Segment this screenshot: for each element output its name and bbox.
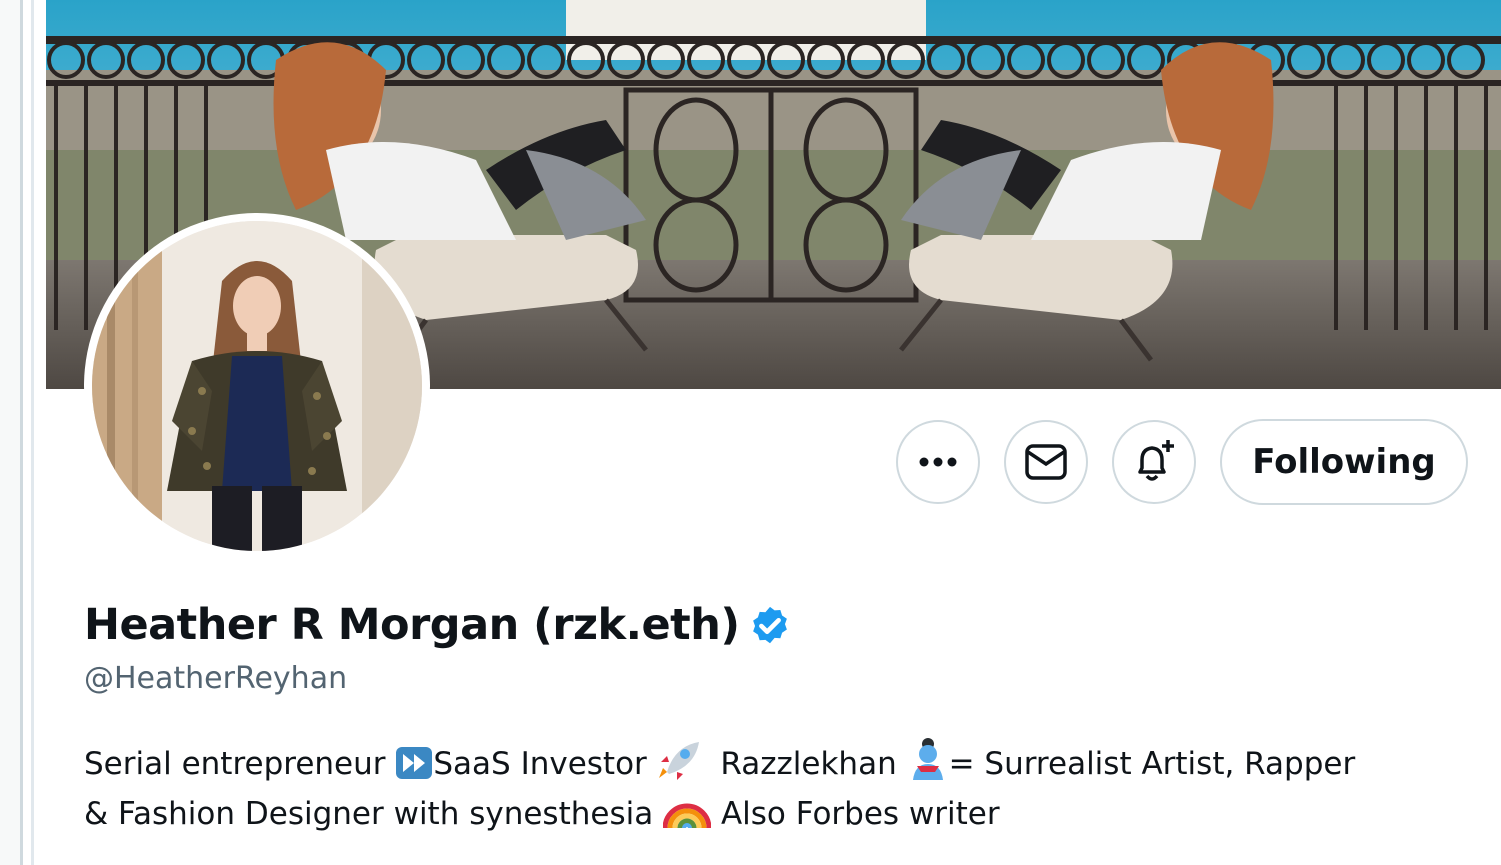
rainbow-emoji-icon [663,803,712,829]
bio-text: & Fashion Designer with synesthesia [84,796,654,832]
bio-text: = Surrealist Artist, Rapper [948,746,1356,782]
bio-text: SaaS Investor [433,746,647,782]
bio-line-2: & Fashion Designer with synesthesia Also… [84,788,1464,838]
bell-plus-icon [1138,440,1174,481]
mail-icon [1025,444,1067,480]
profile-handle: @HeatherReyhan [84,661,348,696]
profile-name-row: Heather R Morgan (rzk.eth) [84,600,793,650]
bio-text: Serial entrepreneur [84,746,386,782]
notifications-button[interactable] [1112,420,1196,504]
bio-text: Razzlekhan [720,746,897,782]
avatar [92,221,422,551]
fast-forward-emoji-icon [396,747,433,779]
avatar-image [92,221,422,551]
bio-text: Also Forbes writer [720,796,1000,832]
left-sidebar-edge [0,0,21,865]
profile-header: Following Heather R Morgan (rzk.eth) @He… [46,0,1501,865]
following-button[interactable]: Following [1220,419,1468,505]
more-button[interactable] [896,420,980,504]
genie-emoji-icon [912,738,943,780]
left-divider [20,0,34,865]
bio-line-1: Serial entrepreneur SaaS Investor Razzle… [84,736,1464,788]
rocket-emoji-icon [658,742,699,780]
profile-bio: Serial entrepreneur SaaS Investor Razzle… [84,736,1464,838]
profile-actions: Following [896,419,1468,505]
message-button[interactable] [1004,420,1088,504]
verified-badge-icon [753,606,788,644]
avatar-frame[interactable] [84,213,430,559]
more-horizontal-icon [919,457,957,467]
display-name: Heather R Morgan (rzk.eth) [84,600,740,650]
